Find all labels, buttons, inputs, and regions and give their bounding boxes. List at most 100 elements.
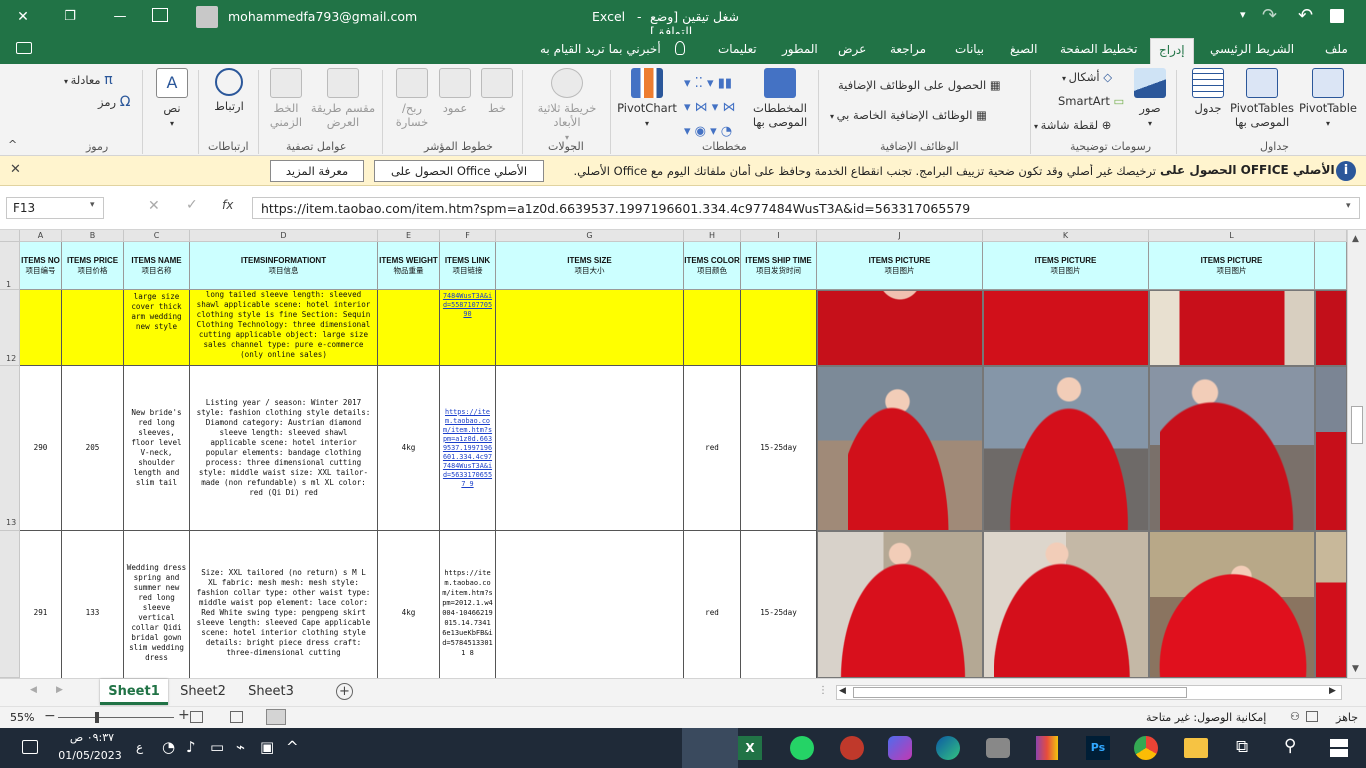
header-items-ship-time[interactable]: ITEMS SHIP TIME 项目发货时间 [741,242,817,290]
row-header[interactable]: 12 [0,290,20,366]
zoom-slider[interactable] [58,717,174,718]
insert-function-icon[interactable]: fx [222,198,233,212]
cell-size[interactable] [496,366,684,531]
dress-picture[interactable] [817,531,983,678]
menu-developer[interactable]: المطور [782,42,818,56]
cell-price[interactable]: 133 [62,531,124,678]
get-genuine-office-button[interactable]: الحصول على Office الأصلي [374,160,544,182]
scroll-sheets-left-icon[interactable]: ◀ [30,685,37,695]
copilot-icon[interactable] [888,736,912,760]
dress-picture[interactable] [817,290,983,366]
menu-help[interactable]: تعليمات [718,42,757,56]
minimize-button[interactable]: — [100,0,140,34]
accessibility-status[interactable]: إمكانية الوصول: غير متاحة [1146,711,1266,724]
header-items-info[interactable]: ITEMSINFORMATIONT 项目信息 [190,242,378,290]
cell-price[interactable]: 205 [62,366,124,531]
3d-map-button[interactable]: خريطة ثلاثية الأبعاد ▾ [528,68,606,145]
header-cell-m[interactable] [1315,242,1347,290]
tell-me-search[interactable]: أخبرني بما تريد القيام به [540,42,661,56]
header-items-no[interactable]: ITEMS NO 项目编号 [20,242,62,290]
scroll-right-arrow-icon[interactable]: ▶ [1329,686,1336,696]
cancel-entry-icon[interactable]: ✕ [148,198,160,214]
menu-page-layout[interactable]: تخطيط الصفحة [1060,42,1137,56]
tab-sheet2[interactable]: Sheet2 [172,679,234,705]
column-header-m[interactable] [1315,230,1347,242]
zoom-slider-thumb[interactable] [95,712,99,723]
column-header-j[interactable]: J [817,230,983,242]
close-button[interactable]: ✕ [0,0,46,34]
slicer-button[interactable]: مقسم طريقة العرض [310,68,376,129]
zoom-out-button[interactable]: − [44,708,56,724]
column-header-f[interactable]: F [440,230,496,242]
scroll-down-arrow-icon[interactable]: ▼ [1352,664,1359,674]
dress-picture[interactable] [1149,366,1315,531]
screenshot-button[interactable]: ▾ لقطة شاشة ⊕ [1034,118,1111,132]
network-icon[interactable]: ⌁ [236,738,245,756]
dress-picture[interactable] [983,531,1149,678]
spreadsheet-grid[interactable]: A B C D E F G H I J K L 1 ITEMS NO 项目编号 I… [0,230,1366,678]
column-header-i[interactable]: I [741,230,817,242]
clock-time[interactable]: ٠٩:٣٧ ص [62,731,122,744]
cell-info[interactable]: long tailed sleeve length: sleeved shawl… [190,290,378,366]
my-addins-button[interactable]: ▾ الوظائف الإضافية الخاصة بي ▦ [830,108,987,122]
comments-icon[interactable] [16,42,32,54]
task-view-icon[interactable]: ⧉ [1236,737,1248,757]
column-header-d[interactable]: D [190,230,378,242]
pivottable-button[interactable]: PivotTable ▾ [1296,68,1360,131]
expand-formula-icon[interactable]: ▾ [1346,201,1351,211]
shapes-button[interactable]: ▾ أشكال ◇ [1062,70,1112,84]
formula-input[interactable]: https://item.taobao.com/item.htm?spm=a1z… [252,197,1360,219]
equation-button[interactable]: ▾ معادلة π [64,72,113,88]
show-hidden-icons[interactable]: ^ [286,738,299,756]
link-button[interactable]: ارتباط [206,68,252,113]
timeline-button[interactable]: الخط الزمني [262,68,310,129]
column-header-a[interactable]: A [20,230,62,242]
column-sparkline-button[interactable]: عمود [436,68,474,115]
cell-name[interactable]: Wedding dress spring and summer new red … [124,531,190,678]
tab-splitter-icon[interactable]: ⋮ [818,685,828,696]
avatar[interactable] [196,6,218,28]
column-header-l[interactable]: L [1149,230,1315,242]
cell-no[interactable]: 290 [20,366,62,531]
volume-icon[interactable]: ♪ [186,738,196,756]
row-header[interactable] [0,531,20,678]
cell-name[interactable]: New bride's red long sleeves, floor leve… [124,366,190,531]
cell-ship-time[interactable]: 15-25day [741,531,817,678]
collapse-ribbon-icon[interactable]: ^ [8,138,17,151]
customize-qat-icon[interactable]: ▾ [1240,8,1246,21]
cell-weight[interactable] [378,290,440,366]
meet-icon[interactable]: ▣ [260,738,274,756]
notification-icon[interactable] [22,740,38,754]
pivotchart-button[interactable]: PivotChart ▾ [614,68,680,131]
menu-view[interactable]: عرض [838,42,866,56]
dress-picture[interactable] [1315,366,1347,531]
scroll-sheets-right-icon[interactable]: ▶ [56,685,63,695]
menu-file[interactable]: ملف [1325,42,1348,56]
row-header[interactable]: 1 [0,242,20,290]
file-explorer-icon[interactable] [1184,738,1208,758]
menu-data[interactable]: بيانات [955,42,984,56]
dress-picture[interactable] [1315,290,1347,366]
cell-link[interactable]: https://item.taobao.com/item.htm?spm=a1z… [440,366,496,531]
header-items-name[interactable]: ITEMS NAME 项目名称 [124,242,190,290]
ribbon-display-icon[interactable] [152,8,168,22]
save-icon[interactable] [1330,9,1344,23]
meet-app-icon[interactable] [840,736,864,760]
wifi-icon[interactable]: ◔ [162,738,175,756]
scroll-left-arrow-icon[interactable]: ◀ [839,686,846,696]
close-icon[interactable]: ✕ [10,162,21,177]
symbol-button[interactable]: رمز Ω [98,94,130,110]
column-header-e[interactable]: E [378,230,440,242]
edge-icon[interactable] [936,736,960,760]
excel-taskbar-icon[interactable]: X [738,736,762,760]
cell-color[interactable]: red [684,366,741,531]
cell-link[interactable]: 7484WusT3A&id=5587107705 90 [440,290,496,366]
macro-recording-icon[interactable] [1306,711,1318,722]
cell-no[interactable] [20,290,62,366]
zoom-level[interactable]: 55% [10,711,34,724]
chevron-down-icon[interactable]: ▾ [90,200,95,210]
battery-icon[interactable]: ▭ [210,738,224,756]
menu-home[interactable]: الشريط الرئيسي [1210,42,1294,56]
table-button[interactable]: جدول [1188,68,1228,115]
column-header-b[interactable]: B [62,230,124,242]
